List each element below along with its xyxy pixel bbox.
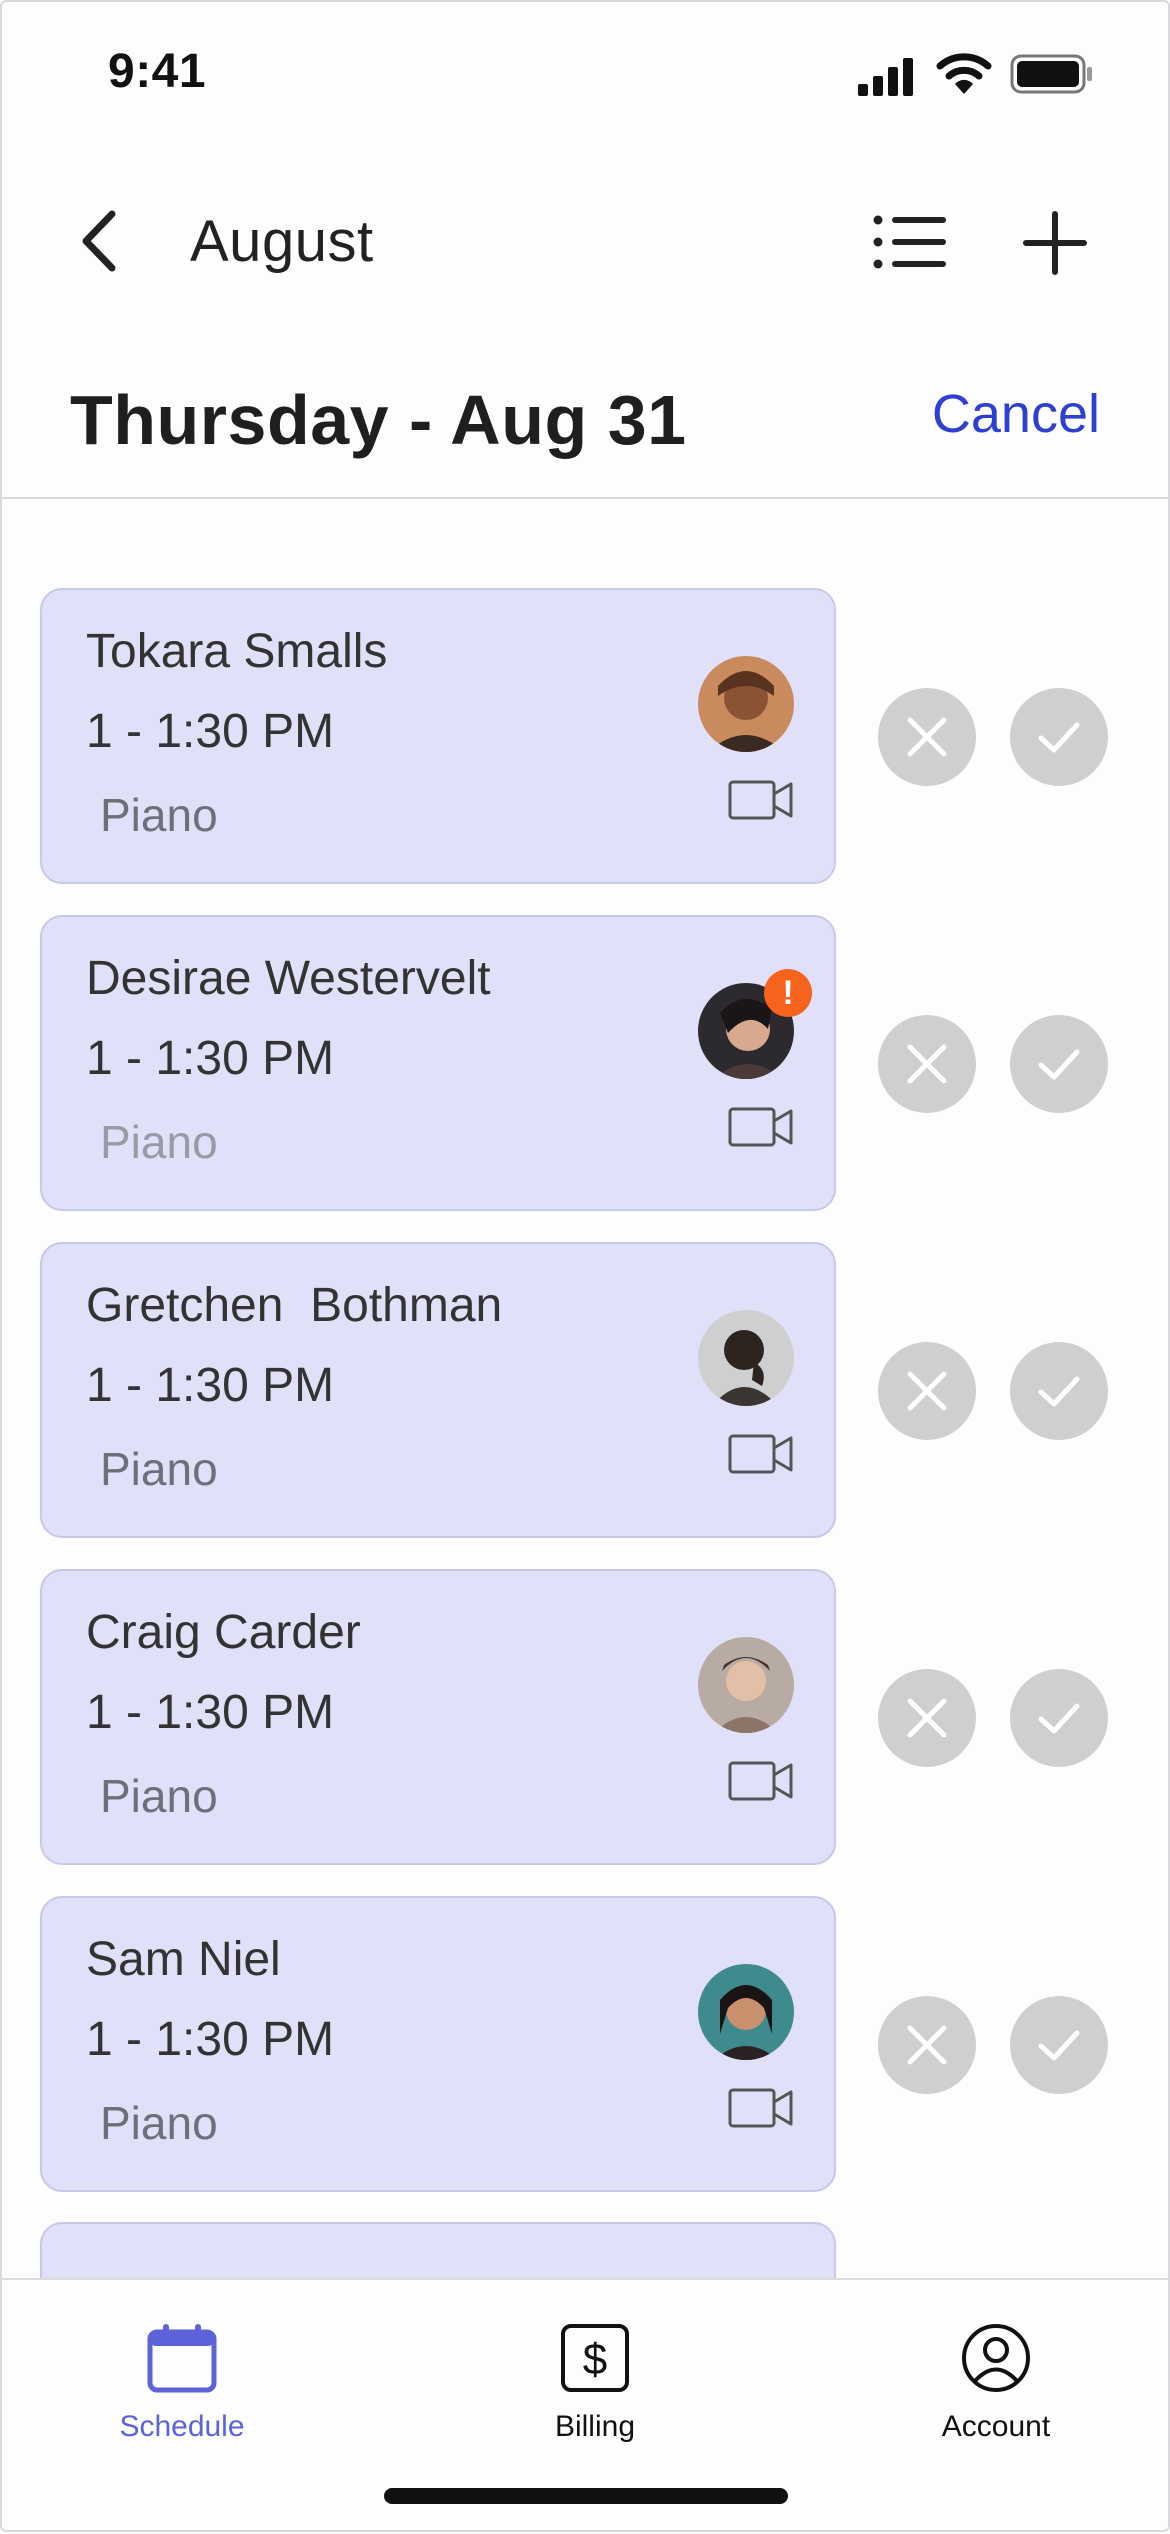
video-camera-icon	[728, 780, 793, 820]
lesson-request-card[interactable]: Tokara Smalls 1 - 1:30 PM Piano	[40, 588, 836, 884]
video-camera-icon	[728, 1434, 793, 1474]
avatar	[698, 1964, 794, 2060]
lesson-subject: Piano	[100, 2097, 218, 2149]
lesson-request-card[interactable]: Desirae Westervelt 1 - 1:30 PM Piano !	[40, 915, 836, 1211]
status-time: 9:41	[108, 45, 207, 98]
list-view-icon[interactable]	[872, 212, 948, 272]
checkmark-icon	[1038, 1703, 1080, 1734]
battery-icon	[1010, 54, 1092, 94]
close-icon	[907, 717, 947, 757]
avatar	[698, 1637, 794, 1733]
decline-button[interactable]	[878, 1996, 976, 2094]
chevron-left-icon[interactable]	[70, 206, 130, 276]
cellular-signal-icon	[858, 58, 913, 96]
tab-schedule[interactable]: Schedule	[62, 2300, 302, 2450]
header-divider	[0, 497, 1170, 499]
accept-button[interactable]	[1010, 688, 1108, 786]
alert-badge: !	[764, 969, 812, 1017]
lesson-subject: Piano	[100, 1116, 218, 1168]
add-icon[interactable]	[1022, 210, 1088, 276]
date-title: Thursday - Aug 31	[70, 381, 687, 459]
student-name: Tokara Smalls	[86, 625, 388, 678]
home-indicator	[384, 2488, 788, 2504]
decline-button[interactable]	[878, 688, 976, 786]
close-icon	[907, 2025, 947, 2065]
accept-button[interactable]	[1010, 1996, 1108, 2094]
student-name: Gretchen Bothman	[86, 1279, 503, 1332]
accept-button[interactable]	[1010, 1669, 1108, 1767]
lesson-time: 1 - 1:30 PM	[86, 1032, 335, 1085]
user-circle-icon	[962, 2324, 1030, 2392]
tab-account[interactable]: Account	[876, 2300, 1116, 2450]
dollar-icon: $	[561, 2324, 629, 2392]
checkmark-icon	[1038, 2030, 1080, 2061]
student-name: Craig Carder	[86, 1606, 361, 1659]
cancel-button[interactable]: Cancel	[932, 383, 1100, 445]
lesson-request-card[interactable]: Craig Carder 1 - 1:30 PM Piano	[40, 1569, 836, 1865]
avatar	[698, 656, 794, 752]
video-camera-icon	[728, 1107, 793, 1147]
lesson-subject: Piano	[100, 1770, 218, 1822]
student-name: Sam Niel	[86, 1933, 281, 1986]
avatar	[698, 1310, 794, 1406]
calendar-icon	[147, 2324, 217, 2393]
lesson-request-card[interactable]: Sam Niel 1 - 1:30 PM Piano	[40, 1896, 836, 2192]
checkmark-icon	[1038, 722, 1080, 753]
checkmark-icon	[1038, 1049, 1080, 1080]
lesson-subject: Piano	[100, 1443, 218, 1495]
lesson-time: 1 - 1:30 PM	[86, 1686, 335, 1739]
decline-button[interactable]	[878, 1342, 976, 1440]
lesson-time: 1 - 1:30 PM	[86, 2013, 335, 2066]
wifi-icon	[936, 53, 992, 94]
checkmark-icon	[1038, 1376, 1080, 1407]
decline-button[interactable]	[878, 1015, 976, 1113]
accept-button[interactable]	[1010, 1342, 1108, 1440]
close-icon	[907, 1698, 947, 1738]
tab-label: Schedule	[119, 2410, 245, 2443]
accept-button[interactable]	[1010, 1015, 1108, 1113]
tab-label: Account	[941, 2410, 1051, 2443]
close-icon	[907, 1371, 947, 1411]
student-name: Desirae Westervelt	[86, 952, 491, 1005]
video-camera-icon	[728, 1761, 793, 1801]
svg-text:$: $	[583, 2335, 607, 2384]
status-bar: 9:41	[0, 0, 1170, 150]
decline-button[interactable]	[878, 1669, 976, 1767]
tab-label: Billing	[554, 2410, 636, 2443]
close-icon	[907, 1044, 947, 1084]
lesson-time: 1 - 1:30 PM	[86, 705, 335, 758]
video-camera-icon	[728, 2088, 793, 2128]
lesson-subject: Piano	[100, 789, 218, 841]
tab-billing[interactable]: $ Billing	[475, 2300, 715, 2450]
lesson-request-card[interactable]: Gretchen Bothman 1 - 1:30 PM Piano	[40, 1242, 836, 1538]
lesson-time: 1 - 1:30 PM	[86, 1359, 335, 1412]
month-title: August	[190, 209, 374, 274]
